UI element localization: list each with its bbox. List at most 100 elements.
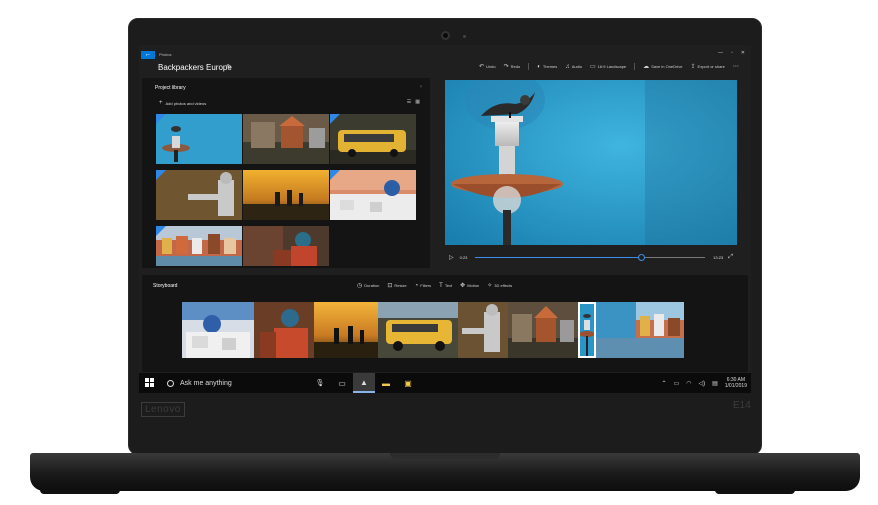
collapse-chevron-icon[interactable]: ‹ — [420, 84, 422, 90]
bird-lamp-photo — [156, 114, 242, 164]
hiker-photo — [156, 170, 242, 220]
end-time: 13:23 — [713, 254, 724, 260]
minimize-button[interactable]: — — [718, 50, 723, 56]
clock-icon: ◷ — [357, 283, 363, 289]
taskbar-store[interactable]: ▣ — [397, 373, 419, 393]
plus-icon: + — [159, 100, 163, 106]
more-options-icon[interactable]: ⋯ — [733, 63, 739, 70]
project-title[interactable]: Backpackers Europe — [158, 63, 232, 72]
maximize-button[interactable]: ▫ — [731, 50, 733, 56]
selected-tag-icon — [330, 170, 340, 180]
toolbar-divider — [634, 63, 636, 70]
task-view-button[interactable]: ▭ — [331, 373, 353, 393]
toolbar-divider — [528, 63, 530, 70]
traveler-photo — [243, 226, 329, 266]
microphone-icon[interactable]: 🎙︎ — [309, 379, 331, 387]
redo-label: Redo — [510, 64, 521, 69]
toolbar: ↶ Undo ↷ Redo ◐ Themes ♫ Audio ▭ 16:9 Landsca… — [479, 63, 739, 70]
aspect-ratio-icon: ▭ — [590, 64, 596, 70]
taskbar-file-explorer[interactable]: ▬ — [375, 373, 397, 393]
redo-button[interactable]: ↷ Redo — [504, 63, 521, 70]
project-library-title: Project library — [155, 85, 186, 91]
duration-button[interactable]: ◷ Duration — [357, 282, 379, 289]
audio-label: Audio — [571, 64, 582, 69]
storyboard-clip-santorini[interactable] — [182, 302, 254, 358]
library-thumbnail-bird-lamp[interactable] — [156, 114, 242, 164]
storyboard-clip-bird-lamp[interactable] — [578, 302, 596, 358]
filters-icon: ◔ — [414, 282, 419, 289]
webcam-indicator — [463, 35, 466, 38]
library-thumbnail-van[interactable] — [330, 114, 416, 164]
volume-icon[interactable]: ◁) — [698, 380, 705, 387]
storyboard-clip-hiker[interactable] — [458, 302, 508, 358]
santorini-photo — [330, 170, 416, 220]
playback-bar: ▷ 0:23 13:23 ⤢ — [445, 250, 737, 264]
resize-button[interactable]: ⊡ Resize — [387, 282, 406, 289]
store-bag-icon: ▣ — [404, 378, 412, 388]
start-button[interactable] — [139, 377, 159, 389]
library-thumbnail-hiker[interactable] — [156, 170, 242, 220]
storyboard-clip-sunset[interactable] — [314, 302, 378, 358]
3d-effects-button[interactable]: ✧ 3D effects — [487, 282, 512, 289]
themes-label: Themes — [542, 64, 558, 69]
taskbar-clock[interactable]: 6:30 AM 1/01/2019 — [725, 377, 747, 389]
task-view-icon: ▭ — [338, 378, 346, 388]
text-label: Text — [444, 283, 453, 288]
close-button[interactable]: ✕ — [741, 50, 745, 56]
fullscreen-icon[interactable]: ⤢ — [728, 254, 733, 261]
cortana-search-box[interactable]: Ask me anything — [159, 373, 309, 393]
selected-tag-icon — [156, 226, 166, 236]
filters-button[interactable]: ◔ Filters — [415, 282, 432, 289]
storyboard-clip-village[interactable] — [508, 302, 578, 358]
battery-icon[interactable]: ▭ — [674, 380, 680, 387]
add-photos-button[interactable]: + Add photos and videos — [159, 100, 206, 106]
view-toggle: ☰ ▦ — [407, 99, 420, 105]
storyboard-clip-traveler[interactable] — [254, 302, 314, 358]
waterfront-photo — [156, 226, 242, 266]
motion-label: Motion — [467, 283, 480, 288]
library-thumbnail-waterfront[interactable] — [156, 226, 242, 276]
play-button[interactable]: ▷ — [449, 254, 454, 261]
export-share-label: Export or share — [697, 64, 725, 69]
sunset-photo — [243, 170, 329, 220]
export-share-button[interactable]: ⇪ Export or share — [691, 63, 725, 70]
notifications-icon[interactable]: ▤ — [712, 380, 718, 387]
grid-view-icon[interactable]: ▦ — [415, 99, 420, 105]
seek-handle[interactable] — [637, 253, 645, 261]
undo-icon: ↶ — [479, 64, 485, 70]
audio-button[interactable]: ♫ Audio — [565, 64, 582, 70]
library-thumbnail-traveler[interactable] — [243, 226, 329, 276]
storyboard-panel: Storyboard ◷ Duration ⊡ Resize ◔ Filters TT… — [142, 275, 748, 372]
storyboard-clip-waterfront[interactable] — [596, 302, 684, 358]
palette-icon: ◐ — [537, 63, 541, 70]
preview-bird-lamp-photo — [445, 80, 737, 245]
current-time: 0:23 — [459, 254, 468, 260]
motion-icon: ✥ — [460, 283, 466, 289]
export-icon: ⇪ — [690, 64, 696, 70]
save-onedrive-button[interactable]: ☁ Save in OneDrive — [643, 63, 682, 70]
list-view-icon[interactable]: ☰ — [407, 99, 411, 105]
app-name: Photos — [159, 52, 172, 57]
library-thumbnail-santorini[interactable] — [330, 170, 416, 220]
taskbar-photos-app[interactable]: ▲ — [353, 373, 375, 393]
back-button[interactable]: ← — [141, 51, 155, 59]
laptop-foot-left — [40, 490, 120, 494]
chevron-up-icon[interactable]: ⌃ — [662, 380, 667, 387]
laptop-foot-right — [715, 490, 795, 494]
video-preview[interactable] — [445, 80, 737, 245]
seek-bar[interactable] — [475, 253, 706, 261]
search-placeholder: Ask me anything — [180, 379, 232, 387]
library-thumbnail-village[interactable] — [243, 114, 329, 164]
app-titlebar: ← Photos Backpackers Europe ✎ — ▫ ✕ ↶ Und… — [139, 45, 751, 77]
rename-pencil-icon[interactable]: ✎ — [226, 63, 232, 71]
storyboard-clip-van[interactable] — [378, 302, 458, 358]
text-button[interactable]: T Text — [439, 282, 452, 289]
undo-button[interactable]: ↶ Undo — [479, 63, 496, 70]
webcam — [441, 31, 450, 40]
motion-button[interactable]: ✥ Motion — [460, 282, 479, 289]
wifi-icon[interactable]: ◠ — [686, 380, 691, 387]
library-thumbnail-sunset[interactable] — [243, 170, 329, 220]
themes-button[interactable]: ◐ Themes — [537, 64, 557, 70]
aspect-ratio-button[interactable]: ▭ 16:9 Landscape — [590, 63, 626, 70]
project-library-panel: Project library ‹ + Add photos and videos… — [142, 78, 430, 268]
